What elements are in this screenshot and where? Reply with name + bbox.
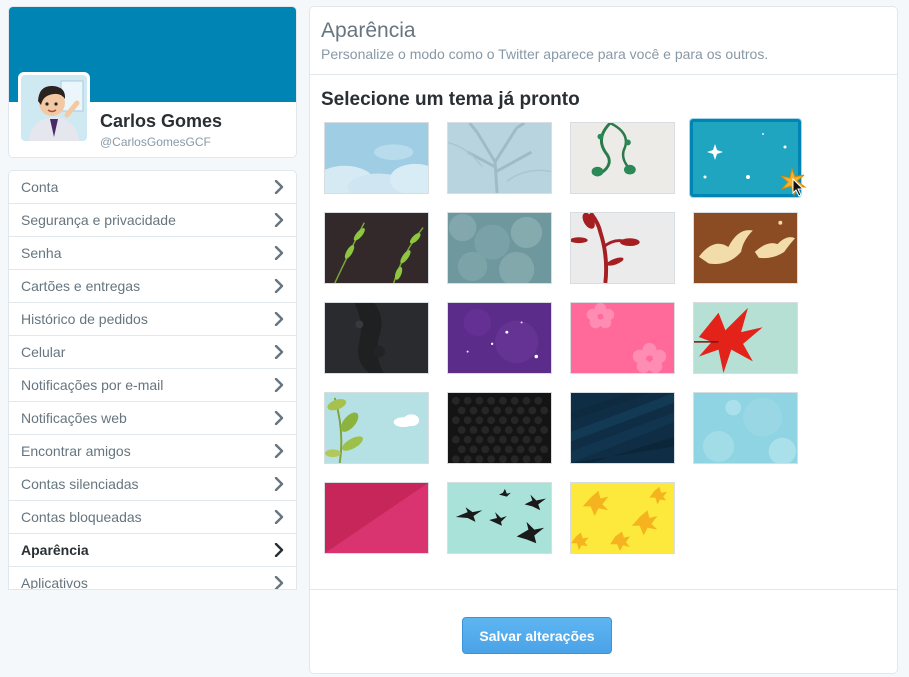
purple-stars-theme-thumbnail	[448, 303, 551, 373]
dark-texture-theme-thumbnail	[325, 303, 428, 373]
magenta-theme-thumbnail	[325, 483, 428, 553]
chevron-right-icon	[274, 180, 284, 194]
sidebar-item-label: Aparência	[21, 542, 89, 558]
sparkles-theme-thumbnail	[693, 122, 798, 194]
foliage-theme-thumbnail	[448, 213, 551, 283]
sidebar-item-3[interactable]: Cartões e entregas	[9, 270, 296, 303]
theme-option-dark-texture[interactable]	[324, 302, 429, 374]
red-leaf-theme-thumbnail	[571, 213, 674, 283]
sidebar-item-label: Aplicativos	[21, 575, 88, 590]
theme-option-sparkles[interactable]	[690, 119, 801, 197]
chevron-right-icon	[274, 477, 284, 491]
chevron-right-icon	[274, 411, 284, 425]
chevron-right-icon	[274, 213, 284, 227]
theme-option-green-vine[interactable]	[570, 122, 675, 194]
sidebar-item-label: Segurança e privacidade	[21, 212, 176, 228]
chevron-right-icon	[274, 543, 284, 557]
vine-theme-thumbnail	[571, 123, 674, 193]
appearance-panel: Aparência Personalize o modo como o Twit…	[309, 6, 898, 590]
theme-option-doves-brown[interactable]	[693, 212, 798, 284]
panel-header: Aparência Personalize o modo como o Twit…	[310, 7, 897, 75]
theme-option-red-leaf[interactable]	[570, 212, 675, 284]
sidebar-item-2[interactable]: Senha	[9, 237, 296, 270]
sidebar-item-label: Senha	[21, 245, 62, 261]
sidebar-item-label: Conta	[21, 179, 59, 195]
sidebar-item-label: Contas silenciadas	[21, 476, 139, 492]
theme-option-red-maple[interactable]	[693, 302, 798, 374]
theme-option-foliage[interactable]	[447, 212, 552, 284]
theme-option-purple-stars[interactable]	[447, 302, 552, 374]
settings-menu: Conta Segurança e privacidade Senha Cartões…	[8, 170, 297, 590]
sidebar-item-9[interactable]: Contas silenciadas	[9, 468, 296, 501]
honeycomb-theme-thumbnail	[448, 393, 551, 463]
chevron-right-icon	[274, 246, 284, 260]
chevron-right-icon	[274, 279, 284, 293]
sidebar-item-10[interactable]: Contas bloqueadas	[9, 501, 296, 534]
theme-option-leaves-sky[interactable]	[324, 392, 429, 464]
theme-option-clouds[interactable]	[324, 122, 429, 194]
theme-option-magenta-diagonal[interactable]	[324, 482, 429, 554]
chevron-right-icon	[274, 576, 284, 589]
sidebar-item-0[interactable]: Conta	[9, 171, 296, 204]
sidebar-item-5[interactable]: Celular	[9, 336, 296, 369]
sidebar-item-label: Histórico de pedidos	[21, 311, 148, 327]
theme-option-black-honeycomb[interactable]	[447, 392, 552, 464]
theme-option-navy-rays[interactable]	[570, 392, 675, 464]
profile-name[interactable]: Carlos Gomes	[100, 111, 222, 132]
chevron-right-icon	[274, 345, 284, 359]
sidebar-item-label: Celular	[21, 344, 66, 360]
sidebar-item-label: Encontrar amigos	[21, 443, 131, 459]
save-changes-button[interactable]: Salvar alterações	[462, 617, 612, 654]
chevron-right-icon	[274, 510, 284, 524]
sidebar-item-7[interactable]: Notificações web	[9, 402, 296, 435]
sidebar-item-12[interactable]: Aplicativos	[9, 567, 296, 590]
theme-option-yellow-leaves[interactable]	[570, 482, 675, 554]
maple-theme-thumbnail	[694, 303, 797, 373]
chevron-right-icon	[274, 444, 284, 458]
leaves-theme-thumbnail	[325, 213, 428, 283]
pink-flowers-theme-thumbnail	[571, 303, 674, 373]
sidebar-item-11[interactable]: Aparência	[9, 534, 296, 567]
page-subtitle: Personalize o modo como o Twitter aparec…	[321, 46, 769, 62]
branches-theme-thumbnail	[448, 123, 551, 193]
sidebar-item-label: Notificações por e-mail	[21, 377, 164, 393]
sidebar-item-label: Notificações web	[21, 410, 127, 426]
yellow-leaves-theme-thumbnail	[571, 483, 674, 553]
chevron-right-icon	[274, 312, 284, 326]
theme-option-green-leaves-dark[interactable]	[324, 212, 429, 284]
sidebar-item-4[interactable]: Histórico de pedidos	[9, 303, 296, 336]
sidebar-item-8[interactable]: Encontrar amigos	[9, 435, 296, 468]
bokeh-theme-thumbnail	[694, 393, 797, 463]
profile-card: Carlos Gomes @CarlosGomesGCF	[8, 6, 297, 158]
save-footer: Salvar alterações	[309, 590, 898, 674]
doves-theme-thumbnail	[694, 213, 797, 283]
theme-option-light-bokeh[interactable]	[693, 392, 798, 464]
chevron-right-icon	[274, 378, 284, 392]
theme-section-title: Selecione um tema já pronto	[321, 89, 580, 110]
sidebar-item-1[interactable]: Segurança e privacidade	[9, 204, 296, 237]
theme-grid	[324, 119, 804, 562]
leaves-sky-theme-thumbnail	[325, 393, 428, 463]
avatar-illustration	[21, 75, 87, 141]
sidebar-item-6[interactable]: Notificações por e-mail	[9, 369, 296, 402]
sidebar-item-label: Contas bloqueadas	[21, 509, 142, 525]
avatar[interactable]	[18, 72, 90, 144]
theme-option-birds[interactable]	[447, 482, 552, 554]
theme-option-tree-branches[interactable]	[447, 122, 552, 194]
theme-option-pink-flowers[interactable]	[570, 302, 675, 374]
sidebar-item-label: Cartões e entregas	[21, 278, 141, 294]
birds-theme-thumbnail	[448, 483, 551, 553]
rays-theme-thumbnail	[571, 393, 674, 463]
profile-handle[interactable]: @CarlosGomesGCF	[100, 135, 211, 149]
clouds-theme-thumbnail	[325, 123, 428, 193]
page-title: Aparência	[321, 19, 416, 42]
